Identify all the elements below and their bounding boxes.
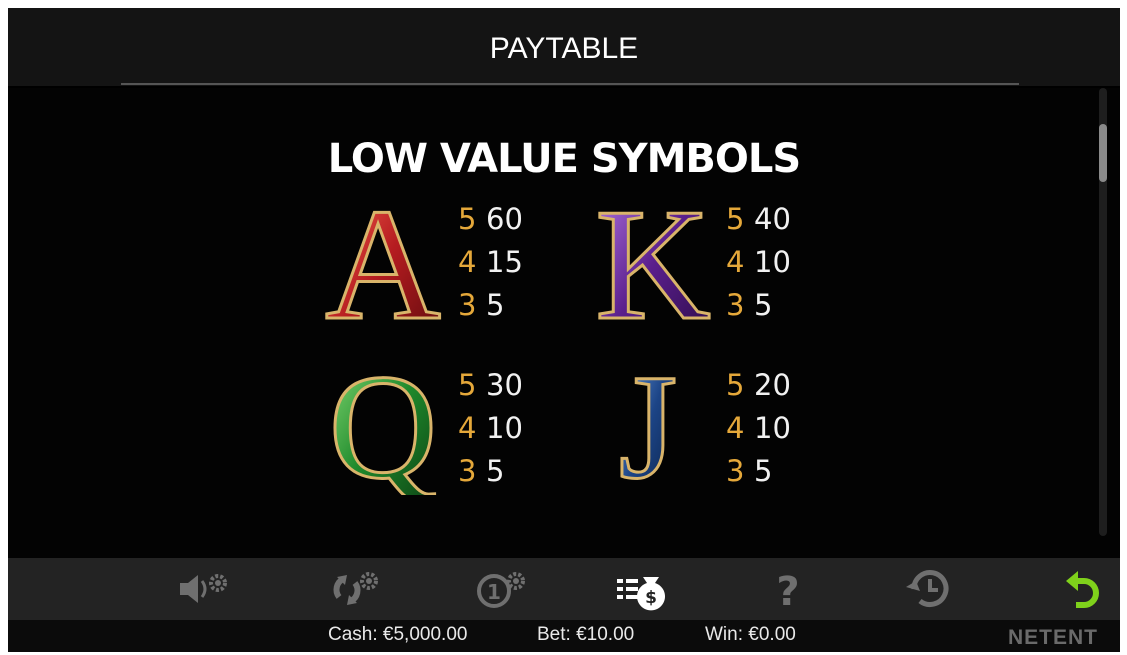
symbol-k-pays: 5 40 4 10 35 [726, 198, 816, 327]
pay-row: 35 [458, 288, 505, 322]
pay-row: 5 40 [726, 202, 791, 236]
svg-text:$: $ [645, 588, 657, 608]
symbol-j: J [588, 343, 718, 512]
pay-row: 35 [726, 454, 773, 488]
history-icon [906, 570, 949, 607]
letter-k-icon: K [594, 174, 713, 355]
letter-j-icon: J [617, 343, 678, 512]
pay-row: 5 20 [726, 368, 791, 402]
help-button[interactable]: ? [758, 563, 818, 615]
pay-row: 35 [458, 454, 505, 488]
letter-q-icon: Q [327, 343, 438, 512]
paytable-button[interactable]: $ [613, 563, 673, 615]
bet-settings-icon: 1 [477, 572, 525, 608]
bet-value: €10.00 [576, 624, 635, 645]
sound-settings-icon [180, 574, 227, 603]
pay-row: 4 10 [726, 245, 791, 279]
back-icon [1066, 571, 1099, 608]
autoplay-settings-button[interactable] [325, 563, 385, 615]
svg-text:A: A [325, 188, 441, 328]
scrollbar-thumb[interactable] [1099, 124, 1107, 182]
win-display: Win: €0.00 [705, 624, 796, 646]
paytable-icon: $ [617, 577, 665, 611]
history-button[interactable] [900, 563, 960, 615]
svg-text:1: 1 [487, 580, 501, 604]
symbol-q: Q [318, 343, 448, 512]
sound-settings-button[interactable] [174, 563, 234, 615]
cash-value: €5,000.00 [382, 624, 468, 645]
page-title: PAYTABLE [489, 32, 639, 65]
bet-display: Bet: €10.00 [537, 624, 634, 646]
symbol-a: A [318, 174, 448, 355]
pay-row: 5 60 [458, 202, 523, 236]
symbol-a-pays: 5 60 4 15 35 [458, 198, 548, 327]
header-divider [121, 83, 1019, 85]
paytable-header: PAYTABLE [8, 8, 1120, 86]
autoplay-settings-icon [333, 572, 378, 605]
svg-text:K: K [595, 188, 711, 328]
svg-text:Q: Q [329, 355, 437, 495]
cash-display: Cash: €5,000.00 [328, 624, 467, 646]
pay-row: 4 15 [458, 245, 523, 279]
back-button[interactable] [1058, 563, 1118, 615]
symbol-q-pays: 5 30 4 10 35 [458, 364, 548, 493]
svg-text:?: ? [776, 569, 799, 611]
help-icon: ? [776, 569, 799, 611]
game-frame: PAYTABLE LOW VALUE SYMBOLS A 5 60 4 15 35 [8, 8, 1120, 652]
symbol-j-pays: 5 20 4 10 35 [726, 364, 816, 493]
symbol-k: K [588, 174, 718, 355]
cash-label: Cash: [328, 624, 378, 645]
pay-row: 5 30 [458, 368, 523, 402]
win-value: €0.00 [748, 624, 796, 645]
status-bar: Cash: €5,000.00 Bet: €10.00 Win: €0.00 N… [8, 620, 1120, 652]
svg-text:J: J [619, 355, 677, 495]
paytable-content[interactable]: LOW VALUE SYMBOLS A 5 60 4 15 35 K 5 40 … [8, 88, 1120, 558]
win-label: Win: [705, 624, 743, 645]
game-toolbar: 1 $ ? [8, 558, 1120, 620]
netent-logo: NETENT [1008, 626, 1098, 649]
bet-label: Bet: [537, 624, 571, 645]
pay-row: 35 [726, 288, 773, 322]
pay-row: 4 10 [458, 411, 523, 445]
section-title: LOW VALUE SYMBOLS [327, 136, 801, 182]
pay-row: 4 10 [726, 411, 791, 445]
bet-settings-button[interactable]: 1 [472, 563, 532, 615]
letter-a-icon: A [324, 174, 443, 355]
